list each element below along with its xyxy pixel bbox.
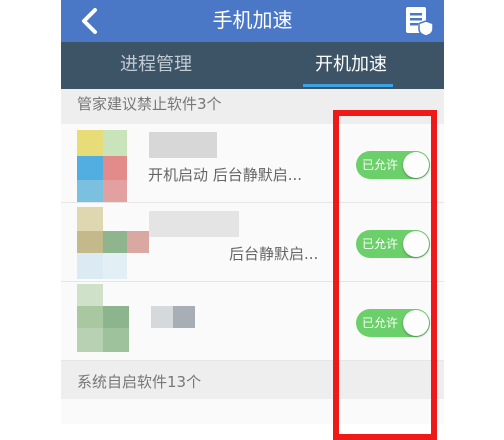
blurred-app-name bbox=[149, 132, 217, 158]
app-description: 开机启动 后台静默启... bbox=[148, 166, 303, 184]
tab-process-management[interactable]: 进程管理 bbox=[61, 42, 251, 89]
tab-bar: 进程管理 开机加速 bbox=[61, 42, 444, 89]
tab-boot-acceleration[interactable]: 开机加速 bbox=[281, 42, 421, 89]
highlight-annotation-box bbox=[333, 110, 437, 440]
active-tab-indicator bbox=[303, 84, 393, 87]
blurred-app-name bbox=[151, 306, 173, 328]
blurred-app-name bbox=[173, 306, 195, 328]
clipboard-shield-icon[interactable] bbox=[404, 5, 434, 37]
app-description: 后台静默启... bbox=[229, 245, 319, 263]
blurred-app-name bbox=[149, 211, 239, 237]
title-bar: 手机加速 bbox=[61, 0, 444, 42]
page-title: 手机加速 bbox=[212, 8, 293, 32]
